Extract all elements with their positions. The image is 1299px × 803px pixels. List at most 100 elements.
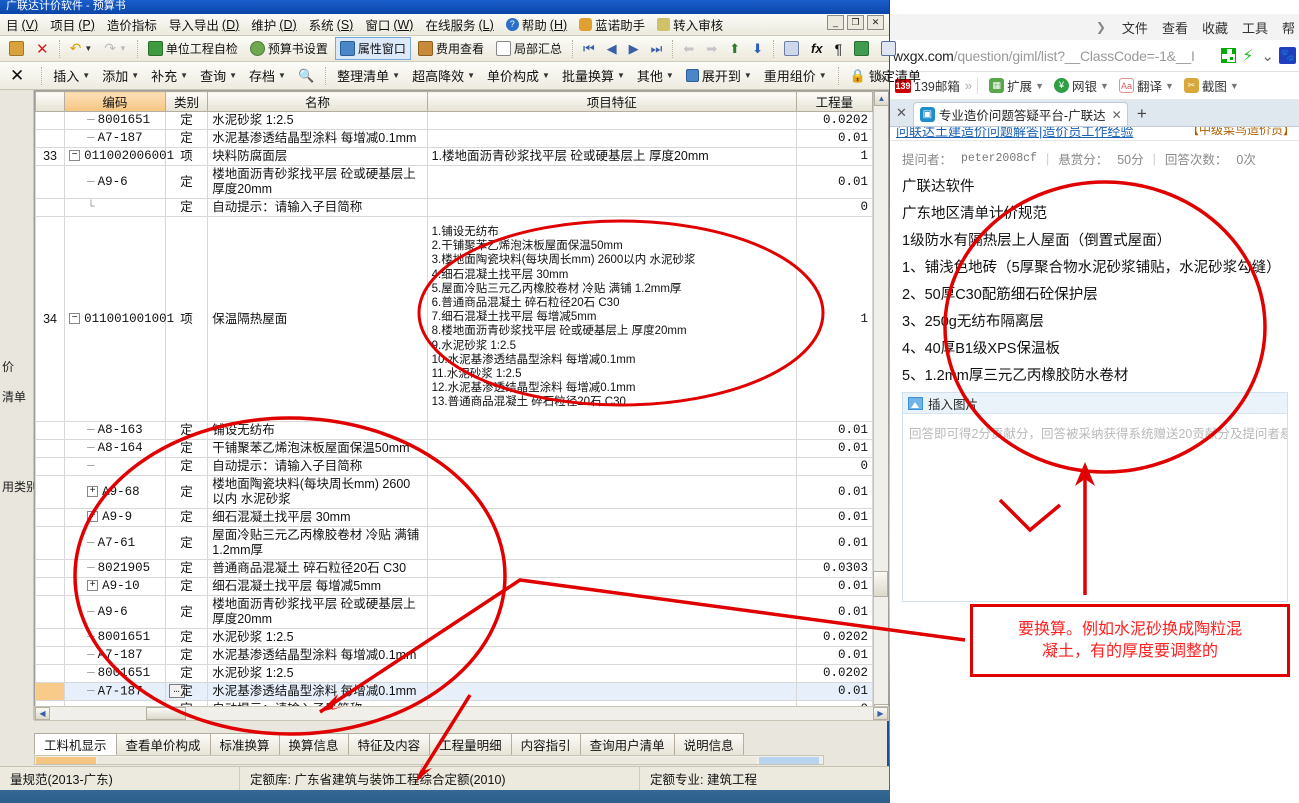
cell-code[interactable]: —A7-187… bbox=[65, 683, 166, 701]
chevron-down-icon[interactable]: ▼ bbox=[542, 71, 550, 80]
paragraph-button[interactable]: ¶ bbox=[830, 38, 848, 60]
chevron-down-icon[interactable]: ▼ bbox=[819, 71, 827, 80]
chevron-down-icon[interactable]: ▼ bbox=[1165, 81, 1174, 91]
nav-first-button[interactable]: ⏮ bbox=[578, 38, 600, 60]
cost-view-button[interactable]: 费用查看 bbox=[413, 37, 489, 60]
unit-project-check-button[interactable]: 单位工程自检 bbox=[143, 37, 243, 60]
browser-menu-favorites[interactable]: 收藏 bbox=[1202, 18, 1228, 37]
menu-item-transfer-review[interactable]: 转入审核 bbox=[651, 15, 729, 34]
table-row[interactable]: —A7-61定屋面冷贴三元乙丙橡胶卷材 冷贴 满铺 1.2mm厚0.01 bbox=[36, 527, 873, 560]
cell-name[interactable]: 楼地面陶瓷块料(每块周长mm) 2600以内 水泥砂浆 bbox=[208, 476, 427, 509]
chevron-down-icon[interactable]: ▼ bbox=[617, 71, 625, 80]
collapse-icon[interactable]: − bbox=[69, 313, 80, 324]
move-up-button[interactable]: ⬆ bbox=[724, 38, 745, 60]
cell-quantity[interactable]: 0.01 bbox=[796, 578, 872, 596]
bottom-tab[interactable]: 换算信息 bbox=[279, 733, 349, 755]
supplement-button[interactable]: 补充▼ bbox=[145, 66, 194, 85]
chevron-down-icon[interactable]: ▼ bbox=[119, 44, 127, 53]
cell-feature[interactable] bbox=[427, 647, 796, 665]
cell-feature[interactable] bbox=[427, 130, 796, 148]
menu-item-project[interactable]: 项目(P) bbox=[44, 15, 101, 34]
reuse-pricing-button[interactable]: 重用组价▼ bbox=[758, 66, 833, 85]
cell-name[interactable]: 水泥基渗透结晶型涂料 每增减0.1mm bbox=[208, 647, 427, 665]
cell-quantity[interactable]: 0 bbox=[796, 458, 872, 476]
table-row[interactable]: —A7-187…定水泥基渗透结晶型涂料 每增减0.1mm0.01 bbox=[36, 683, 873, 701]
image-icon[interactable] bbox=[908, 397, 923, 410]
cell-quantity[interactable]: 0.01 bbox=[796, 647, 872, 665]
cell-quantity[interactable]: 0.01 bbox=[796, 596, 872, 629]
side-label-list[interactable]: 清单 bbox=[2, 388, 26, 405]
col-header-name[interactable]: 名称 bbox=[208, 92, 427, 112]
table-row[interactable]: —A7-187定水泥基渗透结晶型涂料 每增减0.1mm0.01 bbox=[36, 647, 873, 665]
bottom-tab[interactable]: 查询用户清单 bbox=[580, 733, 675, 755]
chevron-right-icon[interactable]: ❯ bbox=[1096, 20, 1106, 34]
cell-quantity[interactable]: 0.01 bbox=[796, 166, 872, 199]
cell-feature[interactable]: 1.楼地面沥青砂浆找平层 砼或硬基层上 厚度20mm bbox=[427, 148, 796, 166]
cell-code[interactable]: —A8-163 bbox=[65, 422, 166, 440]
table-row[interactable]: —A8-164定干铺聚苯乙烯泡沫板屋面保温50mm0.01 bbox=[36, 440, 873, 458]
cell-code[interactable]: +A9-9 bbox=[65, 509, 166, 527]
cell-name[interactable]: 水泥基渗透结晶型涂料 每增减0.1mm bbox=[208, 130, 427, 148]
col-header-rownum[interactable] bbox=[36, 92, 65, 112]
table-row[interactable]: —定自动提示：请输入子目简称0 bbox=[36, 458, 873, 476]
table-row[interactable]: +A9-10定细石混凝土找平层 每增减5mm0.01 bbox=[36, 578, 873, 596]
budget-settings-button[interactable]: 预算书设置 bbox=[245, 37, 333, 60]
property-window-button[interactable]: 属性窗口 bbox=[335, 37, 411, 60]
cell-feature[interactable] bbox=[427, 199, 796, 217]
insert-image-label[interactable]: 插入图片 bbox=[928, 394, 978, 413]
move-down-button[interactable]: ⬇ bbox=[747, 38, 768, 60]
table-row[interactable]: —8001651定水泥砂浆 1:2.50.0202 bbox=[36, 112, 873, 130]
menu-item-import-export[interactable]: 导入导出(D) bbox=[163, 15, 245, 34]
expand-icon[interactable]: + bbox=[87, 511, 98, 522]
table-row[interactable]: 34−011001001001项保温隔热屋面1.铺设无纺布2.干铺聚苯乙烯泡沫板… bbox=[36, 217, 873, 422]
delete-button[interactable]: ✕ bbox=[31, 37, 54, 61]
side-label-category[interactable]: 用类别 bbox=[2, 478, 38, 495]
collapse-icon[interactable]: − bbox=[69, 150, 80, 161]
cell-code[interactable]: — bbox=[65, 458, 166, 476]
cell-code[interactable]: —A7-61 bbox=[65, 527, 166, 560]
batch-conversion-button[interactable]: 批量换算▼ bbox=[556, 66, 631, 85]
close-icon[interactable]: ✕ bbox=[890, 105, 913, 126]
cell-feature[interactable] bbox=[427, 596, 796, 629]
chevron-down-icon[interactable]: ▼ bbox=[84, 44, 92, 53]
close-panel-icon[interactable]: ✕ bbox=[0, 66, 36, 86]
col-header-kind[interactable]: 类别 bbox=[165, 92, 208, 112]
table-row[interactable]: —A8-163定铺设无纺布0.01 bbox=[36, 422, 873, 440]
lightning-icon[interactable]: ⚡ bbox=[1242, 46, 1253, 66]
table-row[interactable]: —A9-6定楼地面沥青砂浆找平层 砼或硬基层上 厚度20mm0.01 bbox=[36, 166, 873, 199]
answer-textarea[interactable]: 回答即可得2分贡献分，回答被采纳获得系统赠送20贡献分及提问者悬赏 bbox=[903, 414, 1287, 451]
cell-quantity[interactable]: 1 bbox=[796, 148, 872, 166]
table-row[interactable]: └定自动提示：请输入子目简称0 bbox=[36, 199, 873, 217]
chevron-down-icon[interactable]: ▼ bbox=[229, 71, 237, 80]
table-row[interactable]: +A9-68定楼地面陶瓷块料(每块周长mm) 2600以内 水泥砂浆0.01 bbox=[36, 476, 873, 509]
menu-item-maintenance[interactable]: 维护(D) bbox=[245, 15, 302, 34]
cell-quantity[interactable]: 0 bbox=[796, 199, 872, 217]
chevron-down-icon[interactable]: ▼ bbox=[467, 71, 475, 80]
bottom-tab[interactable]: 查看单价构成 bbox=[116, 733, 211, 755]
chevron-down-icon[interactable]: ▼ bbox=[180, 71, 188, 80]
menu-item-lannuo-assistant[interactable]: 蓝诺助手 bbox=[573, 15, 651, 34]
scroll-right-arrow-icon[interactable]: ▶ bbox=[873, 707, 888, 720]
grid-horizontal-scrollbar[interactable]: ◀ ▶ bbox=[34, 706, 889, 721]
bookmark-extensions[interactable]: ▦ 扩展 ▼ bbox=[984, 76, 1049, 95]
partial-summary-button[interactable]: 局部汇总 bbox=[491, 37, 567, 60]
move-left-button[interactable]: ⬅ bbox=[678, 38, 699, 60]
cell-feature[interactable] bbox=[427, 440, 796, 458]
add-button[interactable]: 添加▼ bbox=[96, 66, 145, 85]
bookmark-screenshot[interactable]: ✂ 截图 ▼ bbox=[1179, 76, 1244, 95]
expand-to-button[interactable]: 展开到▼ bbox=[680, 66, 758, 85]
chevron-down-icon[interactable]: ▼ bbox=[1100, 81, 1109, 91]
cell-quantity[interactable]: 0.01 bbox=[796, 683, 872, 701]
cell-feature[interactable] bbox=[427, 458, 796, 476]
chevron-down-icon[interactable]: ▼ bbox=[666, 71, 674, 80]
undo-button[interactable]: ↶▼ bbox=[65, 37, 98, 60]
budget-grid[interactable]: 编码 类别 名称 项目特征 工程量 —8001651定水泥砂浆 1:2.50.0… bbox=[34, 90, 889, 720]
organize-list-button[interactable]: 整理清单▼ bbox=[331, 66, 406, 85]
cell-quantity[interactable]: 0.0202 bbox=[796, 665, 872, 683]
cell-name[interactable]: 铺设无纺布 bbox=[208, 422, 427, 440]
browser-menu-file[interactable]: 文件 bbox=[1122, 18, 1148, 37]
side-label-price[interactable]: 价 bbox=[2, 358, 14, 375]
cell-feature[interactable] bbox=[427, 665, 796, 683]
cell-quantity[interactable]: 0.0202 bbox=[796, 112, 872, 130]
table-row[interactable]: —8001651定水泥砂浆 1:2.50.0202 bbox=[36, 629, 873, 647]
